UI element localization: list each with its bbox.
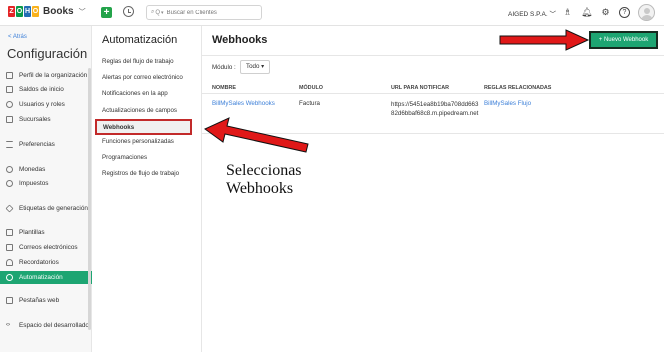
building-icon [6, 72, 13, 79]
submenu-item-workflow-logs[interactable]: Registros de flujo de trabajo [102, 170, 179, 177]
sidebar-item-users[interactable]: Usuarios y roles [0, 98, 92, 111]
logo-letter: Z [8, 6, 15, 17]
gear-icon[interactable]: ⚙ [600, 7, 611, 18]
annotation-arrow-left [204, 117, 309, 153]
column-header-module: MÓDULO [299, 85, 323, 91]
sidebar-item-org-profile[interactable]: Perfil de la organización [0, 69, 92, 82]
sidebar-item-label: Automatización [19, 274, 63, 281]
sidebar-item-label: Etiquetas de generación [19, 205, 88, 212]
new-webhook-button[interactable]: + Nuevo Webhook [589, 31, 658, 49]
webhook-name-link[interactable]: BillMySales Webhooks [212, 100, 275, 107]
bell-icon[interactable]: 🔔︎ [581, 7, 592, 18]
sidebar-item-developer[interactable]: ‹› Espacio del desarrollado [0, 319, 92, 332]
submenu-item-field-updates[interactable]: Actualizaciones de campos [102, 107, 177, 114]
mail-icon [6, 244, 13, 251]
submenu-item-in-app-notifications[interactable]: Notificaciones en la app [102, 90, 168, 97]
tag-icon [5, 204, 14, 213]
sidebar-item-tags[interactable]: Etiquetas de generación [0, 202, 92, 215]
logo-letter: O [32, 6, 39, 17]
column-header-url: URL PARA NOTIFICAR [391, 85, 449, 91]
webhook-module: Factura [299, 100, 320, 107]
app-logo[interactable]: ZOHO Books ﹀ [8, 6, 86, 17]
reminder-icon [6, 259, 13, 266]
annotation-line: Webhooks [226, 180, 294, 197]
automation-submenu: Automatización Reglas del flujo de traba… [92, 26, 202, 352]
column-header-name: NOMBRE [212, 85, 236, 91]
users-icon [6, 101, 13, 108]
sidebar-item-label: Sucursales [19, 116, 51, 123]
submenu-item-custom-functions[interactable]: Funciones personalizadas [102, 138, 174, 145]
branch-icon [6, 116, 13, 123]
search-input[interactable] [166, 9, 257, 16]
annotation-line: Seleccionas [226, 162, 302, 179]
plus-icon[interactable]: + [101, 7, 112, 18]
subscription-icon[interactable]: ♗ [562, 7, 573, 18]
template-icon [6, 229, 13, 236]
balance-icon [6, 86, 13, 93]
sidebar-item-label: Impuestos [19, 180, 49, 187]
page-title: Webhooks [212, 34, 268, 46]
webtab-icon [6, 297, 13, 304]
sidebar-item-label: Usuarios y roles [19, 101, 65, 108]
submenu-title: Automatización [102, 34, 178, 46]
chevron-down-icon: ▾ [161, 9, 164, 16]
sidebar-item-label: Pestañas web [19, 297, 60, 304]
tax-icon [6, 180, 13, 187]
sidebar-item-label: Espacio del desarrollado [19, 322, 89, 329]
webhook-url: https://5451ea8b19ba708dd66382d6bbaf68c8… [391, 101, 479, 117]
module-filter-select[interactable]: Todo ▾ [240, 60, 270, 74]
submenu-item-webhooks[interactable]: Webhooks [95, 119, 192, 135]
sidebar-item-label: Preferencias [19, 141, 55, 148]
search-icon: ⌕ [151, 9, 155, 15]
sidebar-item-label: Recordatorios [19, 259, 59, 266]
module-filter-label: Módulo : [212, 64, 236, 71]
logo-letter: H [24, 6, 31, 17]
sidebar-item-web-tabs[interactable]: Pestañas web [0, 294, 92, 307]
sidebar-item-automation[interactable]: Automatización [0, 271, 92, 284]
submenu-item-workflow-rules[interactable]: Reglas del flujo de trabajo [102, 58, 174, 65]
code-icon: ‹› [6, 322, 10, 328]
top-bar: ZOHO Books ﹀ + ⌕ Q ▾ AIGED S.P.A. ﹀ ♗ 🔔︎… [0, 0, 664, 26]
brand-name: Books [43, 6, 74, 17]
sidebar-item-emails[interactable]: Correos electrónicos [0, 241, 92, 254]
annotation-arrow-right [499, 29, 590, 51]
avatar[interactable] [638, 4, 655, 21]
sidebar-item-label: Plantillas [19, 229, 45, 236]
table-header-divider [202, 93, 664, 94]
sidebar-item-label: Perfil de la organización [19, 72, 88, 79]
sliders-icon [6, 141, 13, 148]
back-link[interactable]: < Atrás [8, 34, 27, 40]
header-divider [202, 55, 664, 56]
automation-icon [6, 274, 13, 281]
search-box[interactable]: ⌕ Q ▾ [146, 5, 262, 20]
sidebar-item-branches[interactable]: Sucursales [0, 113, 92, 126]
chevron-down-icon: ﹀ [78, 8, 86, 16]
related-rule-link[interactable]: BillMySales Flujo [484, 100, 531, 107]
org-switcher[interactable]: AIGED S.P.A. ﹀ [508, 8, 556, 18]
sidebar-item-currencies[interactable]: Monedas [0, 163, 92, 176]
column-header-rules: REGLAS RELACIONADAS [484, 85, 552, 91]
help-icon[interactable]: ? [619, 7, 630, 18]
sidebar-item-label: Saldos de inicio [19, 86, 64, 93]
logo-letter: O [16, 6, 23, 17]
history-icon[interactable] [123, 6, 134, 17]
sidebar-item-label: Correos electrónicos [19, 244, 78, 251]
settings-sidebar: < Atrás Configuración Perfil de la organ… [0, 26, 92, 352]
search-scope[interactable]: Q [155, 10, 160, 16]
sidebar-item-templates[interactable]: Plantillas [0, 226, 92, 239]
zoho-logo-icon: ZOHO [8, 6, 40, 17]
org-name: AIGED S.P.A. [508, 11, 548, 18]
sidebar-title: Configuración [7, 46, 88, 61]
annotation-caption: Seleccionas Webhooks [226, 162, 302, 198]
chevron-down-icon: ﹀ [549, 11, 556, 18]
sidebar-scrollbar[interactable] [88, 68, 91, 330]
coins-icon [6, 166, 13, 173]
sidebar-item-opening-balances[interactable]: Saldos de inicio [0, 83, 92, 96]
sidebar-item-taxes[interactable]: Impuestos [0, 177, 92, 190]
sidebar-item-label: Monedas [19, 166, 46, 173]
sidebar-item-preferences[interactable]: Preferencias [0, 138, 92, 151]
submenu-item-schedules[interactable]: Programaciones [102, 154, 147, 161]
sidebar-item-reminders[interactable]: Recordatorios [0, 256, 92, 269]
submenu-item-email-alerts[interactable]: Alertas por correo electrónico [102, 74, 183, 81]
